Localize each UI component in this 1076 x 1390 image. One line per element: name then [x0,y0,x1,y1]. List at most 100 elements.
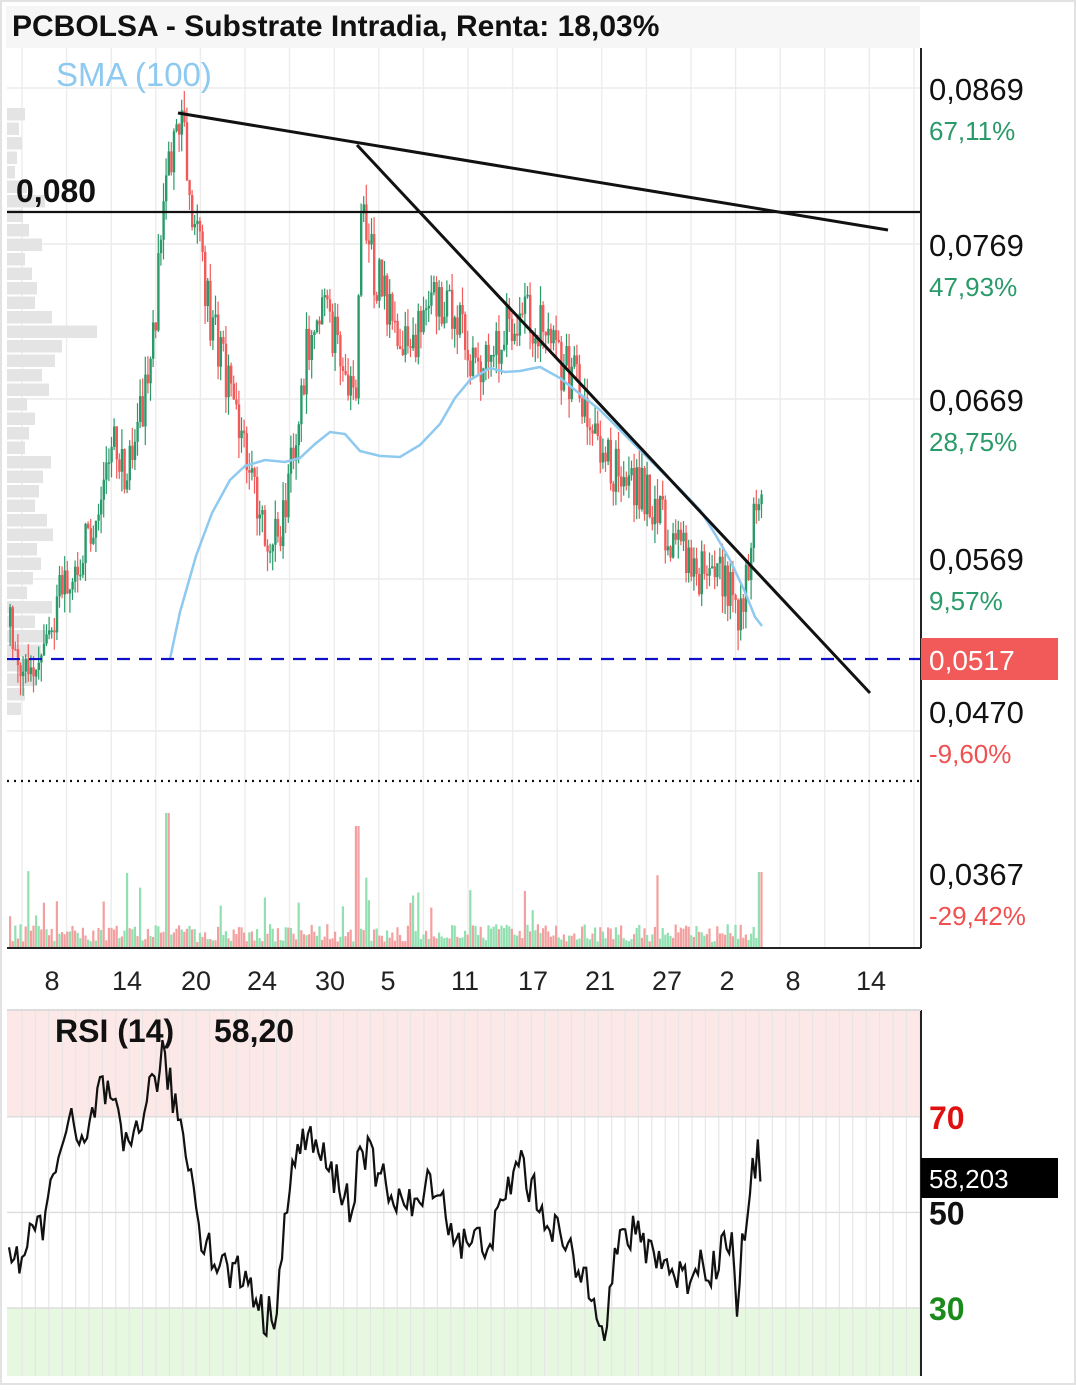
volume-bar [53,940,56,948]
candle-body [503,344,506,350]
price-pct-label: 28,75% [929,427,1017,457]
candle-body [534,338,537,344]
candle-body [92,537,95,544]
volume-bar [48,935,51,948]
candle-body [393,320,397,323]
volume-bar [716,926,719,948]
candle-body [201,231,204,252]
volume-bar [97,927,100,948]
price-grid [7,48,921,948]
candle-body [698,574,701,595]
volume-bar [547,931,550,948]
candle-body [627,475,631,486]
volume-bar [404,941,407,948]
candle-body [24,658,27,672]
candle-body [227,365,230,398]
volume-bar [661,928,664,948]
volume-bar [118,938,121,948]
price-pct-label: 67,11% [929,116,1015,146]
volume-bar [295,939,298,948]
candle-body [126,480,129,490]
candle-body [705,573,709,576]
volume-bar [612,939,615,948]
candle-body [74,566,77,582]
candle-body [510,319,514,342]
volume-bar [521,938,524,948]
volume-bar [432,936,435,948]
volume-bar [721,933,724,948]
volume-bar [386,930,389,948]
candle-body [633,467,636,506]
volume-bar [617,934,620,948]
candle-body [219,337,222,367]
candle-body [666,546,670,551]
candle-body [66,570,69,594]
volume-bar [705,934,708,948]
chart-title: PCBOLSA - Substrate Intradia, Renta: 18,… [12,10,660,43]
rsi-level-label: 30 [929,1291,965,1327]
candle-body [318,320,321,325]
candle-body [250,468,254,473]
volume-bar [640,937,643,948]
candle-body [638,467,641,510]
candle-body [711,566,714,569]
candle-body [612,483,615,492]
candle-body [110,446,113,463]
volume-bar [417,892,420,948]
candle-body [526,294,529,297]
volume-bar [29,930,32,948]
volume-bar [388,937,391,948]
candle-body [68,589,72,594]
volume-bar [687,926,690,948]
overlay-lines [7,48,922,949]
volume-bar [162,931,165,948]
volume-bar [497,929,500,948]
candle-body [139,396,142,422]
volume-bar [755,938,758,948]
volume-bar [305,935,308,948]
volume-bar [484,940,487,948]
volume-bar [287,927,290,948]
candle-body [282,500,285,547]
volume-bar [180,929,183,948]
candle-body [94,520,98,538]
candle-body [695,558,698,575]
volume-bar [430,907,433,948]
candle-body [248,470,251,473]
chart-stage: 0,0869 67,11% 0,0769 47,93% 0,0669 28,75% 0,05… [0,0,1076,1385]
volume-profile-bar [7,470,43,483]
candle-body [516,333,519,336]
candle-body [716,563,719,578]
volume-bar [510,928,513,948]
volume-bar [609,928,612,948]
volume-bar [110,927,113,948]
candle-body [115,426,118,460]
volume-bar [331,938,334,948]
volume-bar [625,940,628,948]
volume-bar [435,938,438,948]
candle-body [9,607,12,627]
volume-bar [289,928,292,948]
volume-profile-bar [7,528,53,541]
candle-body [443,316,446,324]
volume-bar [297,902,300,948]
volume-bar [700,932,703,948]
candle-body [466,349,469,361]
candle-body [573,355,576,367]
volume-bar [536,924,539,948]
candle-body [690,547,693,577]
volume-bar [61,932,64,948]
volume-bar [726,924,729,948]
volume-bar [573,933,576,948]
volume-bar [40,929,43,948]
volume-bar [76,932,79,948]
candle-body [71,581,74,590]
volume-bar [380,935,383,948]
sma-legend: SMA (100) [56,56,212,93]
candle-body [128,445,131,481]
volume-bar [66,931,69,948]
candle-body [594,423,597,434]
volume-bar [588,939,591,948]
volume-bar [651,934,654,948]
volume-bar [614,927,617,948]
